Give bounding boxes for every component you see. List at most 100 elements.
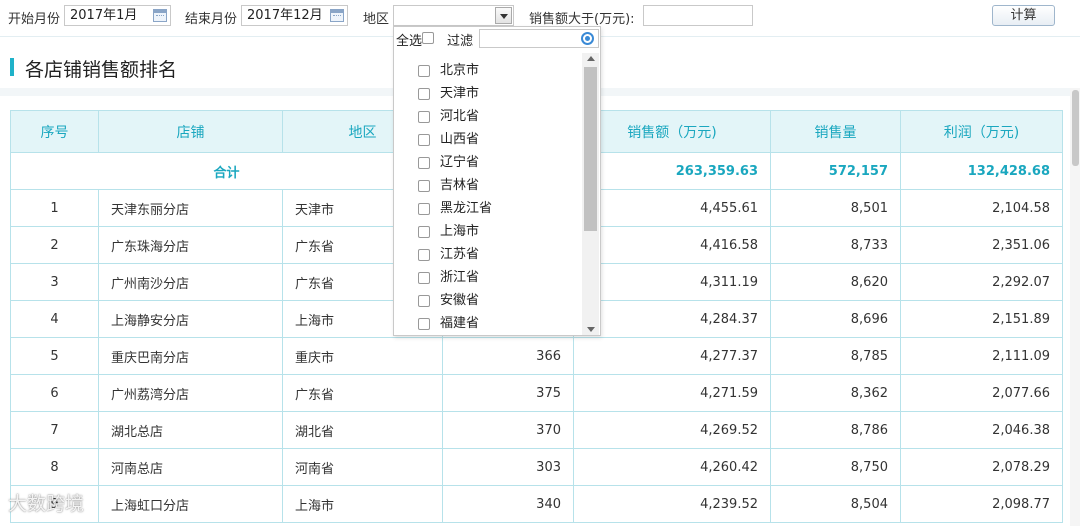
calculate-button[interactable]: 计算 bbox=[992, 5, 1055, 26]
scroll-up-arrow-icon[interactable] bbox=[587, 56, 595, 61]
region-option-label: 辽宁省 bbox=[440, 155, 480, 170]
end-month-label: 结束月份 bbox=[185, 12, 238, 27]
region-option-checkbox[interactable] bbox=[418, 225, 430, 238]
cell-sales: 4,269.52 bbox=[573, 411, 771, 449]
region-option-checkbox[interactable] bbox=[418, 87, 430, 100]
cell-profit: 2,078.29 bbox=[900, 448, 1063, 486]
region-option[interactable]: 吉林省 bbox=[418, 174, 479, 194]
region-option-label: 江苏省 bbox=[440, 247, 480, 262]
cell-sales: 4,416.58 bbox=[573, 226, 771, 264]
cell-no: 4 bbox=[10, 300, 99, 338]
start-month-value: 2017年1月 bbox=[70, 8, 138, 23]
cell-count: 366 bbox=[442, 337, 574, 375]
region-option-label: 北京市 bbox=[440, 63, 480, 78]
start-month-input[interactable]: 2017年1月 bbox=[64, 5, 171, 26]
total-sales: 263,359.63 bbox=[573, 152, 771, 190]
region-option[interactable]: 福建省 bbox=[418, 312, 479, 332]
header-profit[interactable]: 利润（万元) bbox=[900, 110, 1063, 153]
header-index[interactable]: 序号 bbox=[10, 110, 99, 153]
cell-sales: 4,455.61 bbox=[573, 189, 771, 227]
region-option[interactable]: 浙江省 bbox=[418, 266, 479, 286]
dropdown-scrollbar-thumb[interactable] bbox=[584, 67, 597, 231]
cell-no: 1 bbox=[10, 189, 99, 227]
cell-store: 湖北总店 bbox=[98, 411, 283, 449]
region-option[interactable]: 河北省 bbox=[418, 105, 479, 125]
region-option-checkbox[interactable] bbox=[418, 248, 430, 261]
cell-region: 湖北省 bbox=[282, 411, 443, 449]
region-dropdown-panel: 全选 过滤 北京市天津市河北省山西省辽宁省吉林省黑龙江省上海市江苏省浙江省安徽省… bbox=[393, 26, 601, 336]
sales-threshold-label: 销售额大于(万元): bbox=[529, 12, 635, 27]
sales-threshold-input[interactable] bbox=[643, 5, 753, 26]
filter-label: 过滤 bbox=[447, 34, 474, 49]
cell-sales: 4,311.19 bbox=[573, 263, 771, 301]
cell-volume: 8,733 bbox=[770, 226, 901, 264]
calendar-icon[interactable] bbox=[330, 9, 344, 22]
region-option-checkbox[interactable] bbox=[418, 317, 430, 330]
region-select[interactable] bbox=[393, 5, 514, 26]
cell-store: 天津东丽分店 bbox=[98, 189, 283, 227]
dropdown-scrollbar[interactable] bbox=[582, 53, 599, 335]
cell-profit: 2,104.58 bbox=[900, 189, 1063, 227]
cell-volume: 8,501 bbox=[770, 189, 901, 227]
cell-region: 重庆市 bbox=[282, 337, 443, 375]
cell-store: 广东珠海分店 bbox=[98, 226, 283, 264]
scroll-down-arrow-icon[interactable] bbox=[587, 327, 595, 332]
region-option[interactable]: 黑龙江省 bbox=[418, 197, 492, 217]
header-volume[interactable]: 销售量 bbox=[770, 110, 901, 153]
cell-volume: 8,362 bbox=[770, 374, 901, 412]
cell-profit: 2,292.07 bbox=[900, 263, 1063, 301]
table-row[interactable]: 6 广州荔湾分店 广东省 375 4,271.59 8,362 2,077.66 bbox=[10, 374, 1063, 412]
region-option-label: 山西省 bbox=[440, 132, 480, 147]
cell-count: 370 bbox=[442, 411, 574, 449]
cell-profit: 2,098.77 bbox=[900, 485, 1063, 523]
table-row[interactable]: 5 重庆巴南分店 重庆市 366 4,277.37 8,785 2,111.09 bbox=[10, 337, 1063, 375]
total-label: 合计 bbox=[10, 152, 443, 190]
cell-count: 340 bbox=[442, 485, 574, 523]
cell-volume: 8,750 bbox=[770, 448, 901, 486]
header-store[interactable]: 店铺 bbox=[98, 110, 283, 153]
chevron-down-icon[interactable] bbox=[495, 7, 512, 24]
total-volume: 572,157 bbox=[770, 152, 901, 190]
cell-region: 上海市 bbox=[282, 485, 443, 523]
cell-no: 5 bbox=[10, 337, 99, 375]
region-option-checkbox[interactable] bbox=[418, 179, 430, 192]
locate-icon[interactable] bbox=[581, 32, 594, 45]
region-option[interactable]: 江苏省 bbox=[418, 243, 479, 263]
header-sales[interactable]: 销售额（万元) bbox=[573, 110, 771, 153]
cell-profit: 2,077.66 bbox=[900, 374, 1063, 412]
region-option[interactable]: 辽宁省 bbox=[418, 151, 479, 171]
calendar-icon[interactable] bbox=[153, 9, 167, 22]
region-option-checkbox[interactable] bbox=[418, 294, 430, 307]
end-month-input[interactable]: 2017年12月 bbox=[241, 5, 348, 26]
filter-input[interactable] bbox=[479, 29, 599, 48]
region-option-checkbox[interactable] bbox=[418, 271, 430, 284]
region-option-checkbox[interactable] bbox=[418, 133, 430, 146]
page-scrollbar-thumb[interactable] bbox=[1072, 90, 1079, 166]
region-option[interactable]: 天津市 bbox=[418, 82, 479, 102]
table-row[interactable]: 9 上海虹口分店 上海市 340 4,239.52 8,504 2,098.77 bbox=[10, 485, 1063, 523]
cell-store: 广州荔湾分店 bbox=[98, 374, 283, 412]
region-option-checkbox[interactable] bbox=[418, 156, 430, 169]
cell-volume: 8,696 bbox=[770, 300, 901, 338]
region-option-label: 吉林省 bbox=[440, 178, 480, 193]
watermark-text: 大数跨境 bbox=[8, 493, 85, 515]
region-option[interactable]: 北京市 bbox=[418, 59, 479, 79]
page-scrollbar[interactable] bbox=[1070, 88, 1080, 526]
cell-volume: 8,620 bbox=[770, 263, 901, 301]
dropdown-header: 全选 过滤 bbox=[394, 27, 600, 49]
cell-sales: 4,260.42 bbox=[573, 448, 771, 486]
cell-volume: 8,786 bbox=[770, 411, 901, 449]
region-option[interactable]: 上海市 bbox=[418, 220, 479, 240]
cell-profit: 2,046.38 bbox=[900, 411, 1063, 449]
page-title: 各店铺销售额排名 bbox=[25, 59, 178, 81]
region-option-label: 河北省 bbox=[440, 109, 480, 124]
region-option-checkbox[interactable] bbox=[418, 110, 430, 123]
table-row[interactable]: 8 河南总店 河南省 303 4,260.42 8,750 2,078.29 bbox=[10, 448, 1063, 486]
select-all-label[interactable]: 全选 bbox=[396, 30, 422, 49]
region-option[interactable]: 山西省 bbox=[418, 128, 479, 148]
region-option-checkbox[interactable] bbox=[418, 202, 430, 215]
region-option[interactable]: 安徽省 bbox=[418, 289, 479, 309]
table-row[interactable]: 7 湖北总店 湖北省 370 4,269.52 8,786 2,046.38 bbox=[10, 411, 1063, 449]
region-option-checkbox[interactable] bbox=[418, 64, 430, 77]
select-all-checkbox[interactable] bbox=[422, 32, 434, 44]
